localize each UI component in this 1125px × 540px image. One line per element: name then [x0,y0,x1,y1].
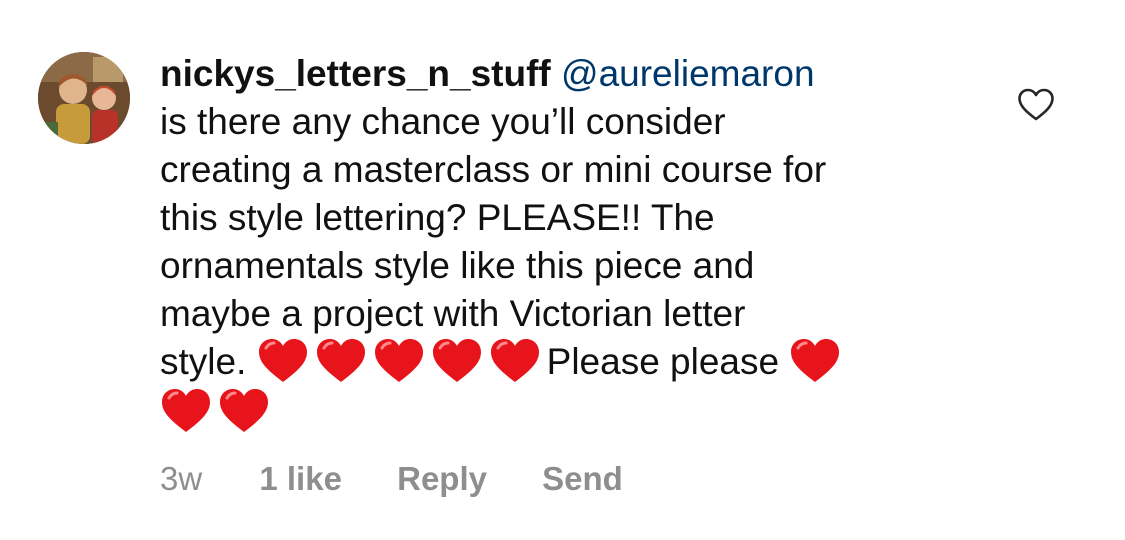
comment-text-line-7 [160,388,960,436]
heart-outline-icon [1018,88,1054,121]
red-heart-icon [257,338,309,384]
comment-text-line-2: creating a masterclass or mini course fo… [160,149,827,190]
comment-header: nickys_letters_n_stuff @aureliemaron [160,50,960,98]
timestamp: 3w [160,460,203,497]
comment-meta: 3w 1 like Reply Send [160,460,669,498]
reply-button[interactable]: Reply [397,460,487,498]
comment-text-line-5: maybe a project with Victorian letter [160,293,746,334]
likes-count-button[interactable]: 1 like [259,460,342,498]
avatar[interactable] [38,52,130,144]
send-button[interactable]: Send [542,460,623,498]
mention-link[interactable]: @aureliemaron [561,53,815,94]
username-link[interactable]: nickys_letters_n_stuff [160,53,551,94]
comment: nickys_letters_n_stuff @aureliemaron is … [0,0,1125,540]
red-heart-icon [160,388,212,434]
red-heart-icon [218,388,270,434]
comment-body: nickys_letters_n_stuff @aureliemaron is … [160,50,960,436]
comment-text-line-4: ornamentals style like this piece and [160,245,755,286]
red-heart-icon [789,338,841,384]
comment-text-line-6: style. Please please [160,338,960,386]
comment-text-line-3: this style lettering? PLEASE!! The [160,197,715,238]
like-button[interactable] [1017,88,1055,122]
red-heart-icon [373,338,425,384]
red-heart-icon [315,338,367,384]
comment-text-line-1: is there any chance you’ll consider [160,101,726,142]
comment-text-style: style. [160,341,247,382]
avatar-image [38,52,130,144]
comment-text-please: Please please [546,341,780,382]
red-heart-icon [489,338,541,384]
red-heart-icon [431,338,483,384]
